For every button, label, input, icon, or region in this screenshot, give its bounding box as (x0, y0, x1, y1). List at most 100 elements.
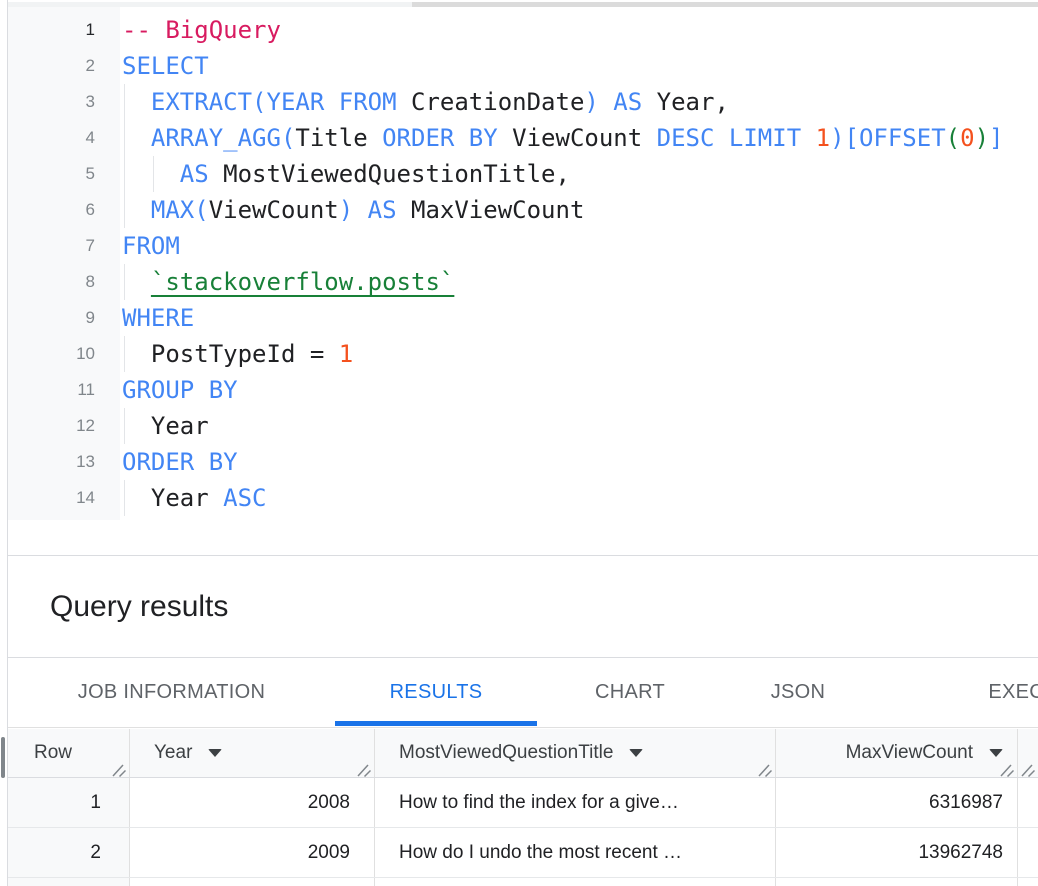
code-token: ) (339, 196, 368, 224)
table-header-row: RowYear MostViewedQuestionTitle MaxViewCou… (8, 729, 1038, 778)
column-resize-grip-icon[interactable] (357, 761, 371, 774)
column-resize-grip-icon[interactable] (112, 761, 126, 774)
code-token: )[OFFSET (830, 124, 946, 152)
line-number: 8 (8, 264, 120, 300)
line-number: 9 (8, 300, 120, 336)
tab-json[interactable]: JSON (723, 658, 873, 727)
results-table: RowYear MostViewedQuestionTitle MaxViewCou… (8, 729, 1038, 886)
query-results-title: Query results (50, 590, 228, 624)
indent-guide (124, 192, 125, 228)
column-header-year[interactable]: Year (130, 729, 375, 777)
cell-year: 2009 (130, 828, 375, 877)
tab-job-information[interactable]: JOB INFORMATION (8, 658, 335, 727)
code-token: AS (613, 88, 642, 116)
code-token: GROUP BY (122, 376, 238, 404)
code-token: EXTRACT(YEAR FROM (151, 88, 411, 116)
column-resize-grip-icon[interactable] (1000, 761, 1014, 774)
code-token: ViewCount (512, 124, 657, 152)
table-row: 22009How do I undo the most recent …1396… (8, 828, 1038, 878)
code-token: CreationDate (411, 88, 584, 116)
indent-guide (124, 264, 125, 300)
table-row: 12008How to find the index for a give…63… (8, 778, 1038, 828)
table-reference-link[interactable]: `stackoverflow.posts` (151, 268, 454, 296)
code-line[interactable]: ARRAY_AGG(Title ORDER BY ViewCount DESC … (120, 120, 1038, 156)
line-number: 1 (8, 12, 120, 48)
tab-execution-details[interactable]: EXECUTION DETAILS (873, 658, 1038, 727)
code-line[interactable]: MAX(ViewCount) AS MaxViewCount (120, 192, 1038, 228)
code-token: ) (584, 88, 613, 116)
column-dropdown-arrow-icon[interactable] (989, 749, 1003, 757)
code-token: ASC (223, 484, 266, 512)
code-line[interactable]: ORDER BY (120, 444, 1038, 480)
code-token: ORDER BY (382, 124, 512, 152)
code-line[interactable]: AS MostViewedQuestionTitle, (120, 156, 1038, 192)
code-line[interactable]: FROM (120, 228, 1038, 264)
cell-most_viewed_question_title: How to find the index for a give… (375, 778, 776, 827)
code-token: DESC LIMIT (657, 124, 816, 152)
cell-empty (375, 878, 776, 886)
code-token (122, 268, 151, 296)
column-dropdown-arrow-icon[interactable] (208, 749, 222, 757)
column-header-row[interactable]: Row (8, 729, 130, 777)
line-number: 7 (8, 228, 120, 264)
code-token: MostViewedQuestionTitle, (209, 160, 570, 188)
tab-label: RESULTS (390, 681, 483, 704)
tab-label: EXECUTION DETAILS (988, 681, 1038, 704)
line-number: 11 (8, 372, 120, 408)
code-token (122, 88, 151, 116)
line-number: 5 (8, 156, 120, 192)
column-resize-grip-icon[interactable] (758, 761, 772, 774)
column-header-label: MostViewedQuestionTitle (399, 742, 613, 764)
indent-guide (124, 120, 125, 156)
line-number: 10 (8, 336, 120, 372)
code-token: 1 (339, 340, 353, 368)
code-line[interactable]: `stackoverflow.posts` (120, 264, 1038, 300)
code-area[interactable]: -- BigQuerySELECT EXTRACT(YEAR FROM Crea… (120, 7, 1038, 520)
code-line[interactable]: Year ASC (120, 480, 1038, 516)
code-token (122, 196, 151, 224)
code-token: 1 (816, 124, 830, 152)
cell-most_viewed_question_title: How do I undo the most recent … (375, 828, 776, 877)
column-header-mostviewedquestiontitle[interactable]: MostViewedQuestionTitle (375, 729, 776, 777)
table-row-partial (8, 878, 1038, 886)
code-token: PostTypeId (151, 340, 310, 368)
cell-empty (8, 878, 130, 886)
cell-empty (130, 878, 375, 886)
line-number: 4 (8, 120, 120, 156)
sql-editor[interactable]: 1234567891011121314 -- BigQuerySELECT EX… (8, 7, 1038, 520)
column-dropdown-arrow-icon[interactable] (629, 749, 643, 757)
code-line[interactable]: -- BigQuery (120, 12, 1038, 48)
code-line[interactable]: Year (120, 408, 1038, 444)
cell-filler (1018, 778, 1038, 827)
column-resize-grip-icon[interactable] (1021, 761, 1035, 774)
indent-guide (124, 336, 125, 372)
code-token: ( (946, 124, 960, 152)
code-token: Title (295, 124, 382, 152)
line-number: 12 (8, 408, 120, 444)
code-token: FROM (122, 232, 180, 260)
tab-chart[interactable]: CHART (537, 658, 723, 727)
tab-label: JOB INFORMATION (78, 681, 265, 704)
line-number: 2 (8, 48, 120, 84)
code-line[interactable]: PostTypeId = 1 (120, 336, 1038, 372)
code-token: AS (180, 160, 209, 188)
column-header-label: MaxViewCount (846, 742, 973, 764)
line-number: 3 (8, 84, 120, 120)
code-token: MAX( (151, 196, 209, 224)
code-token: WHERE (122, 304, 194, 332)
indent-guide (124, 408, 125, 444)
tab-results[interactable]: RESULTS (335, 658, 537, 727)
code-line[interactable]: WHERE (120, 300, 1038, 336)
vertical-scrollbar-thumb[interactable] (1, 737, 5, 778)
code-token (122, 340, 151, 368)
code-line[interactable]: SELECT (120, 48, 1038, 84)
indent-guide (124, 156, 125, 192)
code-line[interactable]: GROUP BY (120, 372, 1038, 408)
cell-row: 2 (8, 828, 130, 877)
code-line[interactable]: EXTRACT(YEAR FROM CreationDate) AS Year, (120, 84, 1038, 120)
cell-year: 2008 (130, 778, 375, 827)
column-header-maxviewcount[interactable]: MaxViewCount (776, 729, 1018, 777)
line-number: 13 (8, 444, 120, 480)
code-token: Year (122, 412, 209, 440)
line-number-gutter: 1234567891011121314 (8, 7, 120, 520)
